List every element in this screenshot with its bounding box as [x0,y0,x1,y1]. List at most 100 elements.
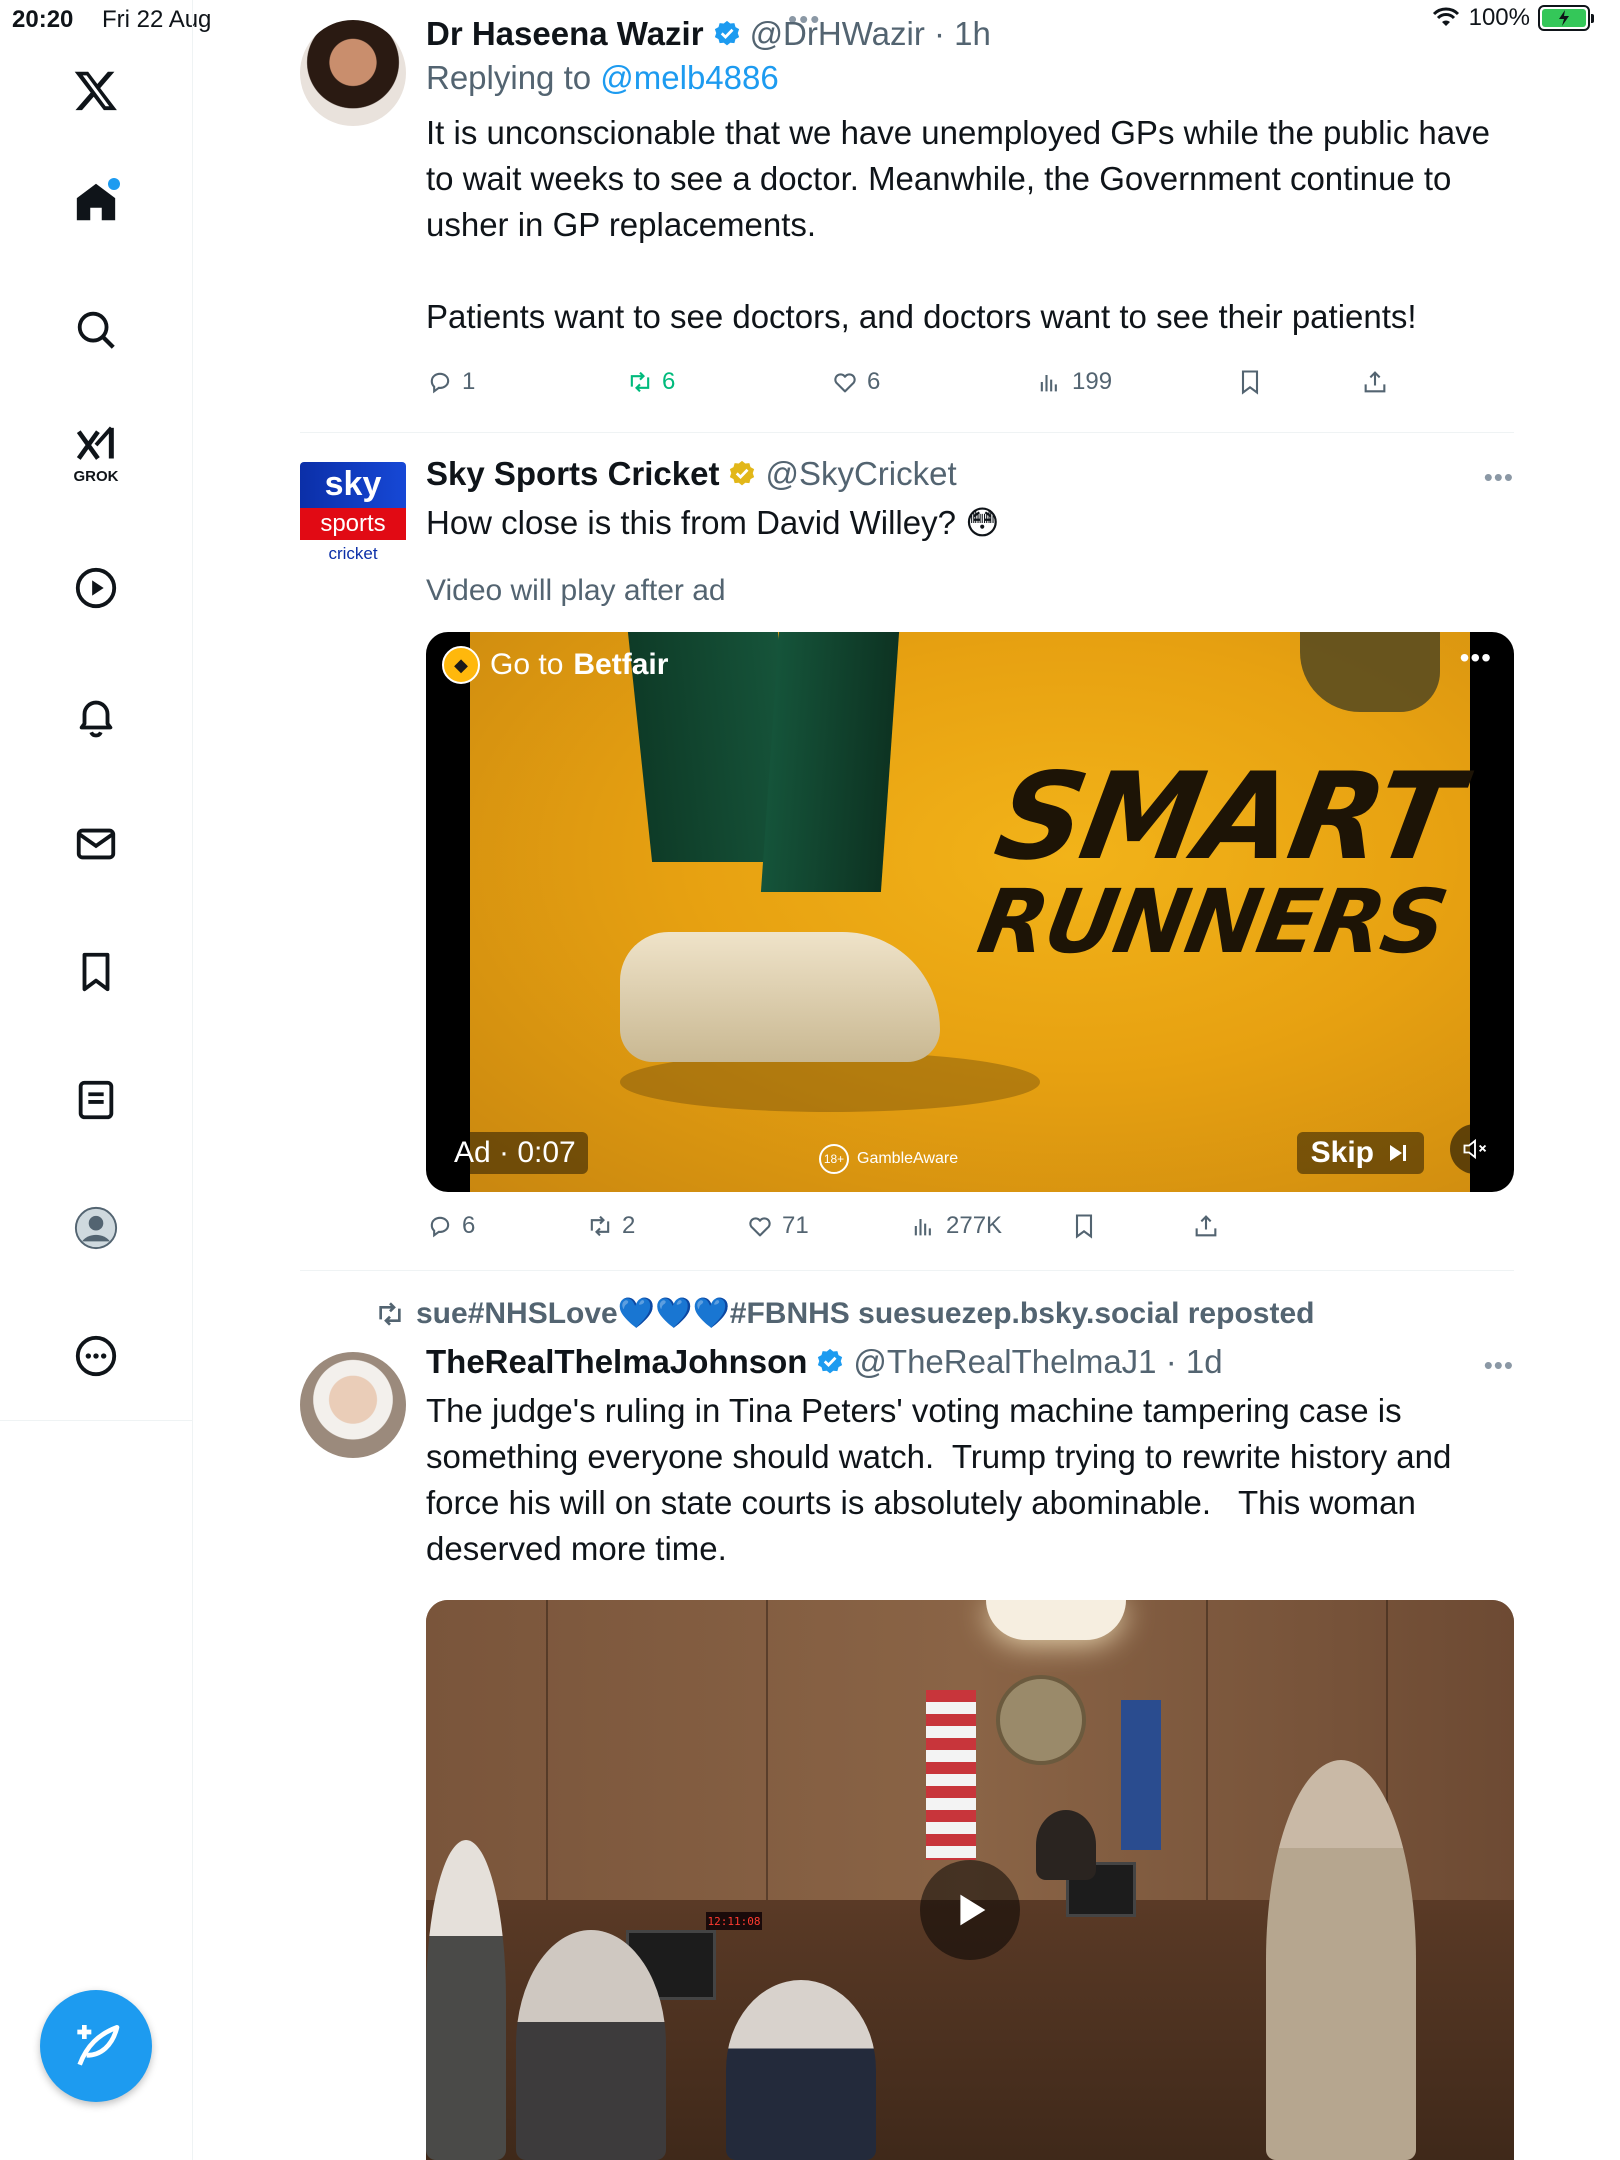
verified-badge-icon [714,20,739,46]
go-to-advertiser-link[interactable]: ◆ Go to Betfair [442,646,668,684]
author-name[interactable]: Sky Sports Cricket [426,452,719,496]
judge-figure [1036,1810,1096,1880]
play-icon [960,1894,986,1926]
spectator-figure [726,1980,876,2160]
tweet-header: Sky Sports Cricket @SkyCricket [426,452,1514,496]
sidebar-item-search[interactable] [66,300,126,360]
officer-figure [1266,1760,1416,2160]
author-handle[interactable]: @DrHWazir [750,12,925,56]
repost-count: 2 [622,1212,636,1239]
state-seal [996,1675,1086,1765]
bookmark-button[interactable] [1236,368,1361,396]
sidebar-item-grok[interactable]: GROK [66,424,126,485]
author-name[interactable]: Dr Haseena Wazir [426,12,704,56]
sidebar-divider [0,1420,192,1421]
video-more-icon[interactable]: ••• [1460,642,1492,674]
sidebar-item-notifications[interactable] [66,686,126,746]
compose-button[interactable] [40,1990,152,2102]
repost-icon [590,1215,610,1237]
like-button[interactable]: 6 [831,368,1036,396]
battery-icon [1538,5,1594,31]
mute-button[interactable] [1450,1124,1500,1174]
video-ad-player[interactable]: SMART RUNNERS ◆ Go to Betfair ••• Ad · 0… [426,632,1514,1192]
muted-speaker-icon [1463,1138,1487,1160]
age-restriction-badge: 18+ [819,1144,849,1174]
reply-button[interactable]: 6 [426,1212,586,1240]
like-button[interactable]: 71 [746,1212,910,1240]
grok-icon [76,426,114,460]
mail-icon [76,828,116,860]
views-button[interactable]: 199 [1036,368,1236,396]
sidebar-item-video[interactable] [66,558,126,618]
avatar[interactable]: sky sports cricket [300,462,406,568]
x-logo-icon[interactable] [66,60,126,120]
avatar[interactable] [300,20,406,126]
tweet-time[interactable]: 1h [954,12,991,56]
video-player[interactable]: 12:11:08 [426,1600,1514,2160]
repost-button[interactable]: 6 [626,368,831,396]
heart-icon [834,373,856,393]
list-icon [78,1080,114,1120]
reply-icon [430,1216,450,1238]
share-button[interactable] [1361,368,1389,396]
tweet[interactable]: sky sports cricket Sky Sports Cricket @S… [300,452,1514,1268]
more-icon [75,1335,117,1377]
reply-count: 1 [462,368,476,395]
ad-glove [1300,632,1440,712]
go-to-brand: Betfair [573,648,669,681]
verified-gold-badge-icon [730,460,755,486]
tweet-header: TheRealThelmaJohnson @TheRealThelmaJ1 · … [426,1340,1514,1384]
ad-frame: SMART RUNNERS [470,632,1470,1192]
author-handle[interactable]: @SkyCricket [765,452,956,496]
state-flag [1121,1700,1161,1850]
home-notification-dot [108,178,120,190]
views-button[interactable]: 277K [910,1212,1070,1240]
bookmark-button[interactable] [1070,1212,1192,1240]
sidebar-item-bookmarks[interactable] [66,942,126,1002]
sidebar-item-home[interactable] [66,172,126,232]
bookmark-icon [1241,370,1259,395]
play-button[interactable] [920,1860,1020,1960]
replying-to-mention[interactable]: @melb4886 [600,59,778,96]
author-handle[interactable]: @TheRealThelmaJ1 [853,1340,1156,1384]
more-options-icon[interactable]: ••• [1484,462,1514,493]
tweet-text: How close is this from David Willey? 😳 [426,504,1000,541]
view-count: 199 [1072,368,1113,395]
tweet-text: It is unconscionable that we have unempl… [426,114,1490,335]
avatar[interactable] [300,1352,406,1458]
reposted-by-text: sue#NHSLove💙💙💙#FBNHS suesuezep.bsky.soci… [416,1297,1315,1330]
repost-button[interactable]: 2 [586,1212,746,1240]
gamble-aware-label: GambleAware [857,1150,959,1167]
reposted-by[interactable]: sue#NHSLove💙💙💙#FBNHS suesuezep.bsky.soci… [374,1296,1314,1331]
ad-shoe [620,932,940,1062]
repost-icon [379,1301,401,1326]
like-count: 6 [867,368,881,395]
bell-icon [79,700,113,738]
like-count: 71 [782,1212,809,1239]
sidebar-item-profile[interactable] [66,1198,126,1258]
sidebar-item-more[interactable] [66,1326,126,1386]
share-icon [1195,1215,1217,1237]
share-button[interactable] [1192,1212,1220,1240]
author-name[interactable]: TheRealThelmaJohnson [426,1340,807,1384]
tweet[interactable]: Dr Haseena Wazir @DrHWazir · 1h Replying… [300,12,1514,432]
tweet-divider [300,432,1514,433]
heart-icon [749,1217,771,1237]
wall-panel [1206,1600,1208,1930]
ad-headline-1: SMART [986,748,1469,887]
reply-count: 6 [462,1212,476,1239]
grok-label: GROK [73,468,119,485]
profile-icon [74,1206,118,1250]
gamble-aware: 18+ GambleAware [819,1144,958,1174]
sidebar-item-lists[interactable] [66,1070,126,1130]
tweet[interactable]: sue#NHSLove💙💙💙#FBNHS suesuezep.bsky.soci… [300,1296,1514,2160]
play-icon [75,567,117,609]
replying-to-prefix: Replying to [426,59,592,96]
dot-separator: · [1156,1343,1186,1380]
bookmark-icon [1075,1214,1093,1239]
more-options-icon[interactable]: ••• [1484,1350,1514,1381]
reply-button[interactable]: 1 [426,368,626,396]
tweet-time[interactable]: 1d [1186,1340,1223,1384]
sidebar-item-messages[interactable] [66,814,126,874]
skip-ad-button[interactable]: Skip [1296,1132,1424,1174]
